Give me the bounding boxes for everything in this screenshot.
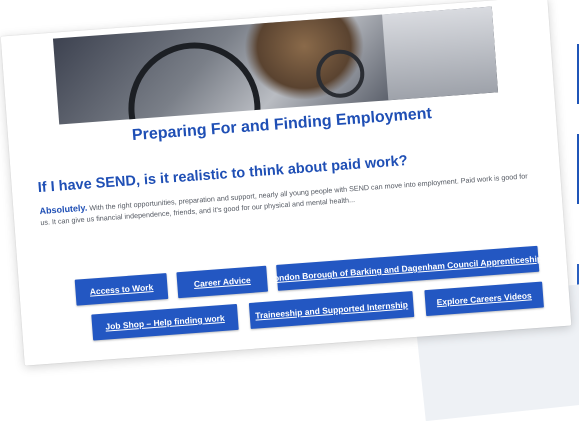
career-advice-button[interactable]: Career Advice: [176, 265, 269, 299]
traineeship-button[interactable]: Traineeship and Supported Internship: [248, 291, 415, 329]
job-shop-button[interactable]: Job Shop – Help finding work: [91, 303, 239, 341]
employment-card: Preparing For and Finding Employment If …: [0, 0, 572, 366]
hero-desk-shape: [382, 6, 499, 101]
access-to-work-button[interactable]: Access to Work: [74, 273, 169, 306]
explore-careers-videos-button[interactable]: Explore Careers Videos: [424, 281, 544, 317]
